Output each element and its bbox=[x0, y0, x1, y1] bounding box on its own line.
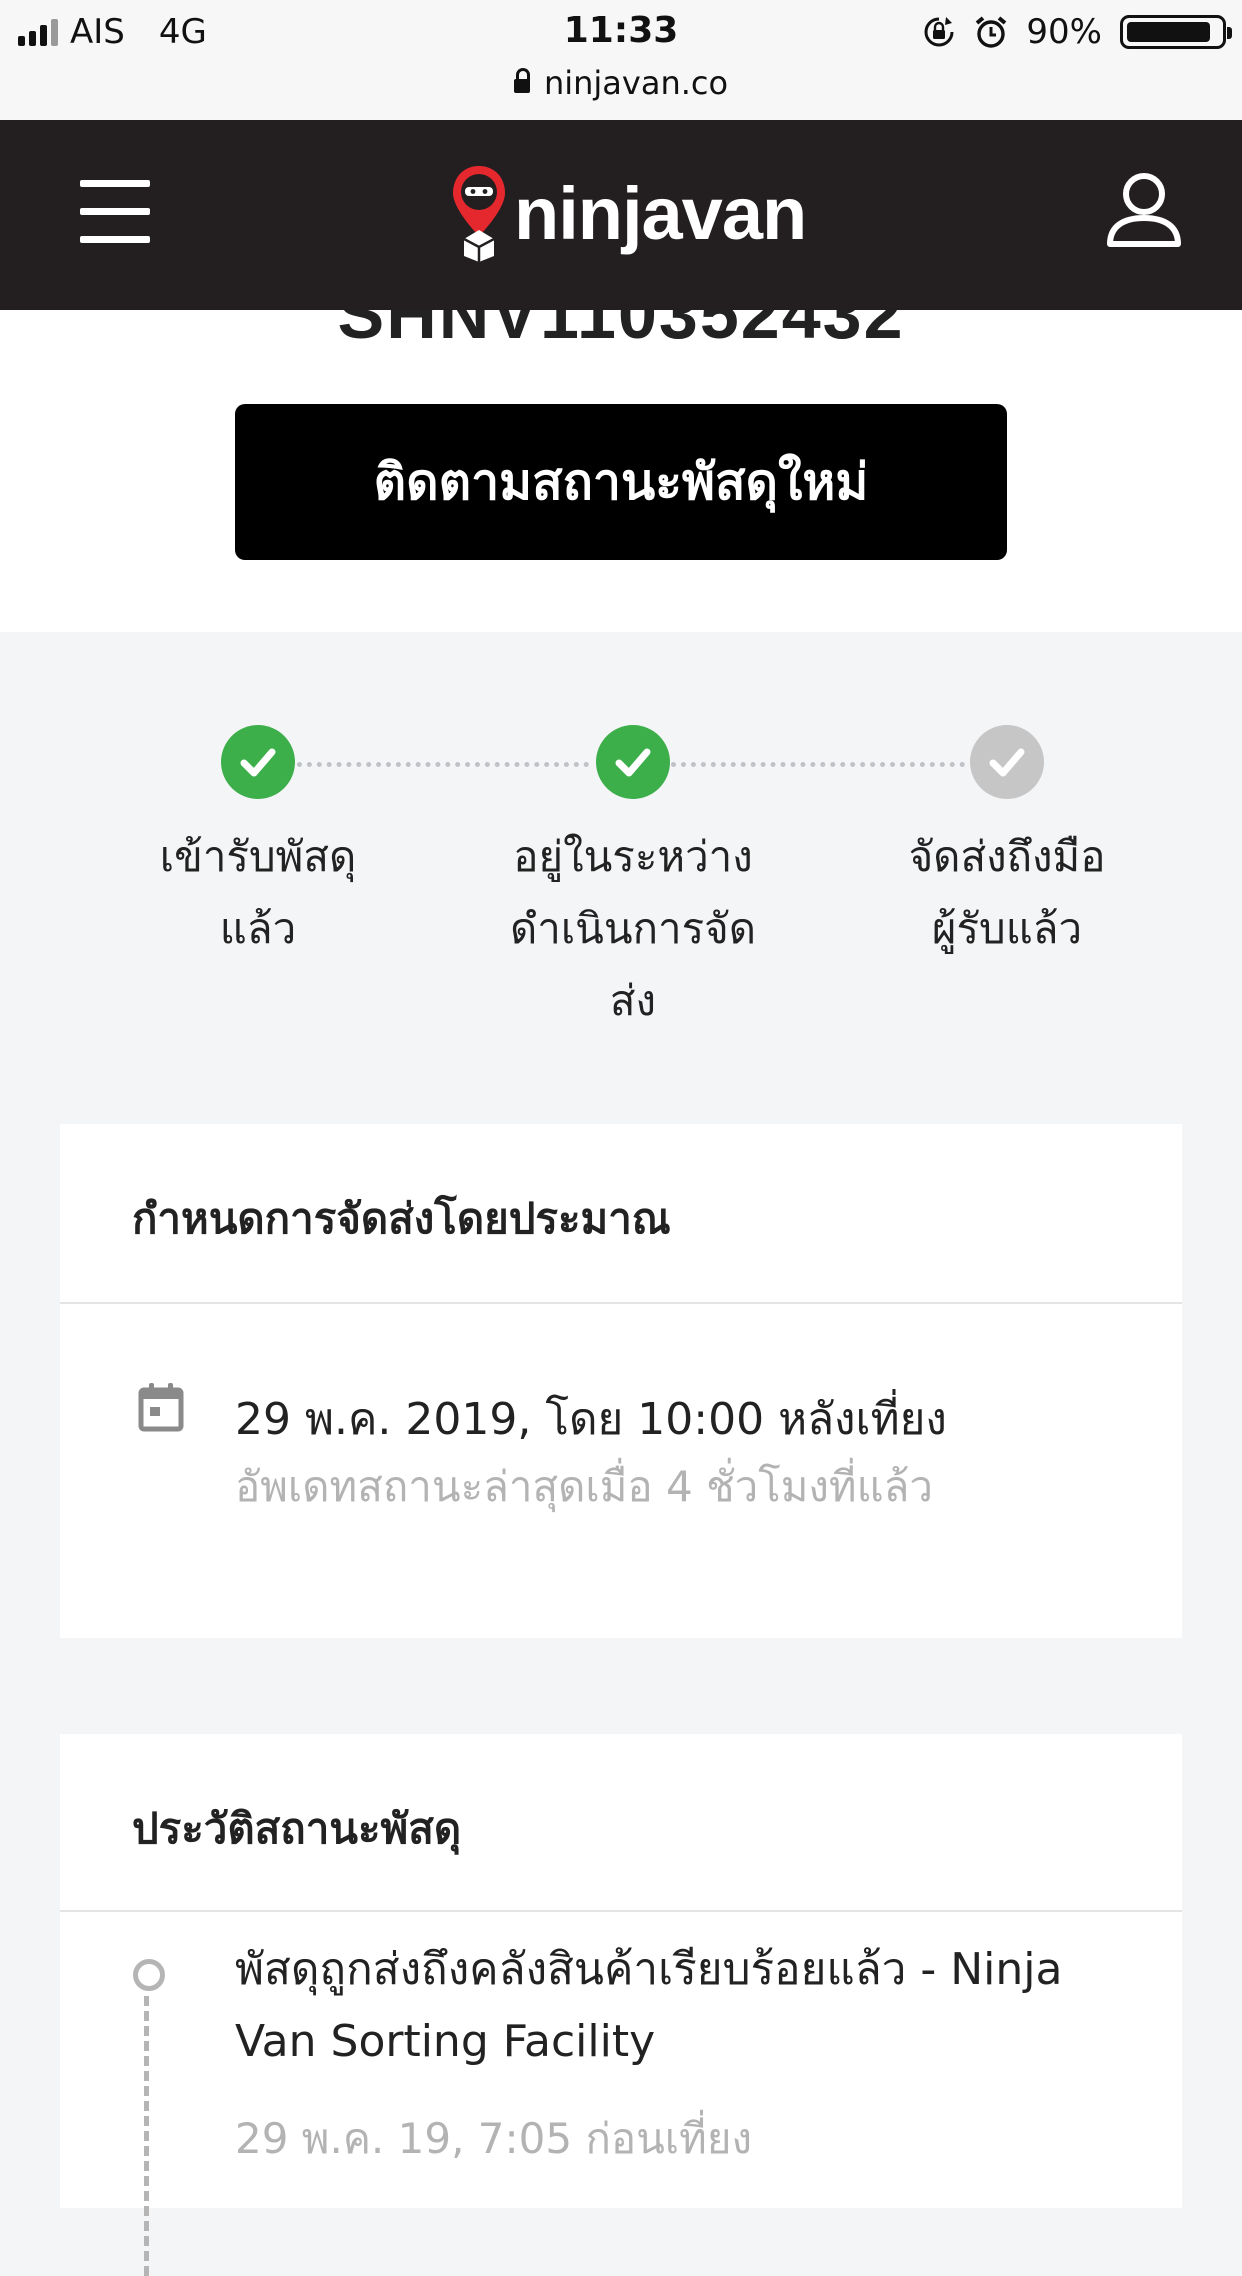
check-icon bbox=[596, 725, 670, 799]
eta-last-updated: อัพเดทสถานะล่าสุดเมื่อ 4 ชั่วโมงที่แล้ว bbox=[235, 1462, 933, 1511]
step-picked-up: เข้ารับพัสดุ แล้ว bbox=[108, 725, 408, 965]
divider bbox=[60, 1910, 1182, 1912]
step-in-transit: อยู่ในระหว่าง ดำเนินการจัด ส่ง bbox=[483, 725, 783, 1037]
site-header: ninjavan bbox=[0, 120, 1242, 310]
status-bar: AIS 4G 11:33 90% ninjavan.co bbox=[0, 0, 1242, 120]
divider bbox=[60, 1302, 1182, 1304]
alarm-icon bbox=[976, 16, 1007, 48]
history-event-time: 29 พ.ค. 19, 7:05 ก่อนเที่ยง bbox=[235, 2114, 752, 2163]
history-event-text: พัสดุถูกส่งถึงคลังสินค้าเรียบร้อยแล้ว - … bbox=[235, 1944, 1063, 2067]
history-card: ประวัติสถานะพัสดุ พัสดุถูกส่งถึงคลังสินค… bbox=[60, 1734, 1182, 2276]
step-label: เข้ารับพัสดุ แล้ว bbox=[159, 832, 357, 953]
address-bar[interactable]: ninjavan.co bbox=[0, 58, 1242, 108]
timeline-dot bbox=[133, 1959, 165, 1991]
eta-card: กำหนดการจัดส่งโดยประมาณ 29 พ.ค. 2019, โด… bbox=[60, 1124, 1182, 1638]
timeline-line bbox=[144, 1996, 149, 2276]
address-url: ninjavan.co bbox=[543, 64, 729, 102]
battery-fill bbox=[1127, 22, 1210, 42]
eta-date: 29 พ.ค. 2019, โดย 10:00 หลังเที่ยง bbox=[235, 1394, 947, 1445]
tracking-number: SHNV110352432 bbox=[337, 310, 905, 353]
ninjavan-logo[interactable]: ninjavan bbox=[450, 164, 807, 262]
lock-icon bbox=[513, 68, 530, 93]
menu-icon[interactable] bbox=[80, 180, 150, 243]
track-new-parcel-button[interactable]: ติดตามสถานะพัสดุใหม่ bbox=[235, 404, 1007, 560]
check-icon bbox=[970, 725, 1044, 799]
logo-wordmark: ninjavan bbox=[514, 171, 807, 255]
tracking-section: SHNV110352432 ติดตามสถานะพัสดุใหม่ bbox=[0, 310, 1242, 632]
check-icon bbox=[221, 725, 295, 799]
profile-icon[interactable] bbox=[1104, 170, 1184, 250]
eta-card-title: กำหนดการจัดส่งโดยประมาณ bbox=[132, 1194, 671, 1243]
battery-icon bbox=[1120, 15, 1232, 49]
rotation-lock-icon bbox=[924, 17, 954, 47]
history-card-title: ประวัติสถานะพัสดุ bbox=[132, 1804, 462, 1853]
status-bar-right: 90% bbox=[922, 12, 1232, 52]
step-label: จัดส่งถึงมือ ผู้รับแล้ว bbox=[908, 832, 1106, 953]
logo-pin-icon bbox=[453, 166, 505, 262]
step-label: อยู่ในระหว่าง ดำเนินการจัด ส่ง bbox=[509, 832, 757, 1025]
calendar-icon bbox=[138, 1383, 184, 1432]
delivery-progress: เข้ารับพัสดุ แล้ว อยู่ในระหว่าง ดำเนินการจ… bbox=[0, 725, 1242, 1045]
battery-percent: 90% bbox=[1026, 12, 1102, 52]
step-delivered: จัดส่งถึงมือ ผู้รับแล้ว bbox=[857, 725, 1157, 965]
